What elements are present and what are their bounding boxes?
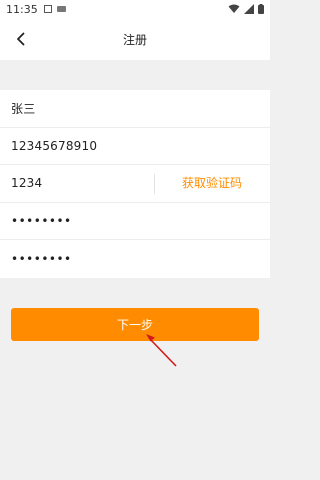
code-value: 1234 bbox=[11, 176, 43, 191]
signal-icon bbox=[244, 4, 254, 14]
confirm-password-field[interactable]: •••••••• bbox=[0, 240, 270, 278]
chevron-left-icon bbox=[17, 32, 25, 46]
status-time: 11:35 bbox=[6, 2, 38, 16]
phone-field[interactable]: 12345678910 bbox=[0, 128, 270, 165]
app-bar: 注册 bbox=[0, 18, 270, 60]
get-code-button[interactable]: 获取验证码 bbox=[182, 165, 242, 203]
annotation-arrow-icon bbox=[146, 334, 177, 367]
registration-form: 张三 12345678910 1234 获取验证码 •••••••• •••••… bbox=[0, 90, 270, 278]
name-value: 张三 bbox=[11, 101, 36, 116]
password-field[interactable]: •••••••• bbox=[0, 203, 270, 240]
verification-code-field[interactable]: 1234 获取验证码 bbox=[0, 165, 270, 203]
code-divider bbox=[154, 174, 155, 194]
password-value: •••••••• bbox=[11, 213, 72, 228]
wifi-icon bbox=[228, 4, 240, 13]
next-step-button[interactable]: 下一步 bbox=[11, 308, 259, 341]
back-button[interactable] bbox=[8, 26, 34, 52]
phone-value: 12345678910 bbox=[11, 138, 98, 153]
battery-icon bbox=[258, 4, 264, 14]
page-title: 注册 bbox=[122, 32, 147, 47]
status-bar: 11:35 bbox=[0, 0, 270, 18]
notification-b-icon bbox=[56, 6, 66, 12]
name-field[interactable]: 张三 bbox=[0, 90, 270, 128]
notification-a-icon bbox=[43, 5, 52, 13]
confirm-password-value: •••••••• bbox=[11, 251, 72, 266]
